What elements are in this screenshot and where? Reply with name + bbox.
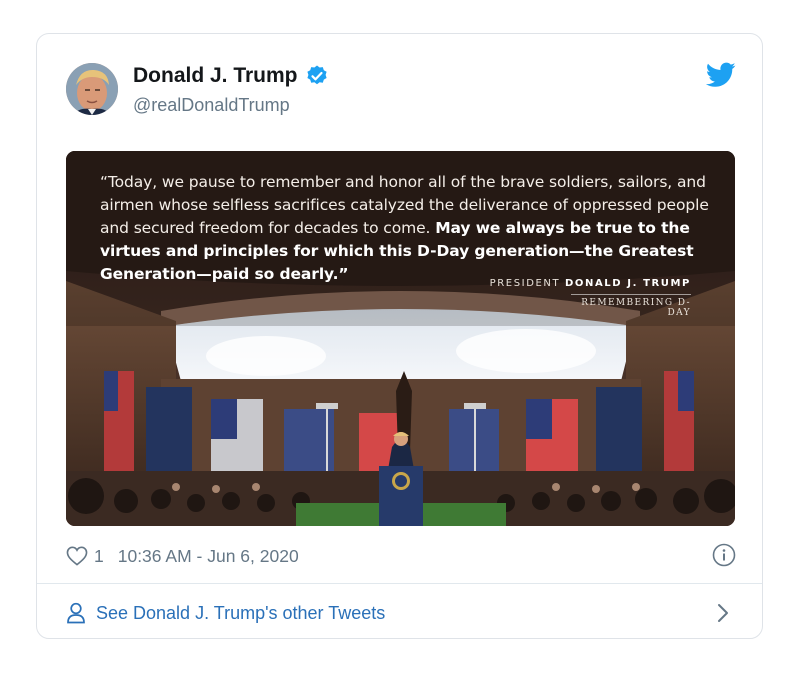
signature-prefix: PRESIDENT — [489, 278, 565, 289]
author-handle[interactable]: @realDonaldTrump — [133, 95, 290, 116]
chevron-right-icon[interactable] — [716, 603, 730, 623]
tweet-meta: 1 10:36 AM - Jun 6, 2020 — [66, 542, 736, 570]
heart-icon[interactable] — [66, 546, 88, 566]
other-tweets-label[interactable]: See Donald J. Trump's other Tweets — [96, 603, 385, 624]
info-icon[interactable] — [712, 543, 736, 567]
tweet-image[interactable]: “Today, we pause to remember and honor a… — [66, 151, 735, 526]
image-signature: PRESIDENT DONALD J. TRUMP REMEMBERING D-… — [490, 278, 691, 319]
signature-name: DONALD J. TRUMP — [565, 278, 691, 289]
verified-badge-icon — [306, 65, 327, 85]
tweet-timestamp[interactable]: 10:36 AM - Jun 6, 2020 — [118, 546, 299, 567]
person-icon — [67, 602, 85, 624]
tweet-card[interactable]: Donald J. Trump @realDonaldTrump “Today,… — [36, 33, 763, 639]
author-name[interactable]: Donald J. Trump — [133, 64, 298, 88]
other-tweets-link[interactable]: See Donald J. Trump's other Tweets — [66, 598, 736, 628]
twitter-bird-icon[interactable] — [706, 62, 736, 88]
avatar[interactable] — [66, 63, 118, 115]
like-count[interactable]: 1 — [94, 546, 104, 567]
divider — [37, 583, 762, 584]
image-quote: “Today, we pause to remember and honor a… — [100, 171, 710, 286]
avatar-photo — [66, 63, 118, 115]
signature-subtitle: REMEMBERING D-DAY — [571, 294, 691, 318]
